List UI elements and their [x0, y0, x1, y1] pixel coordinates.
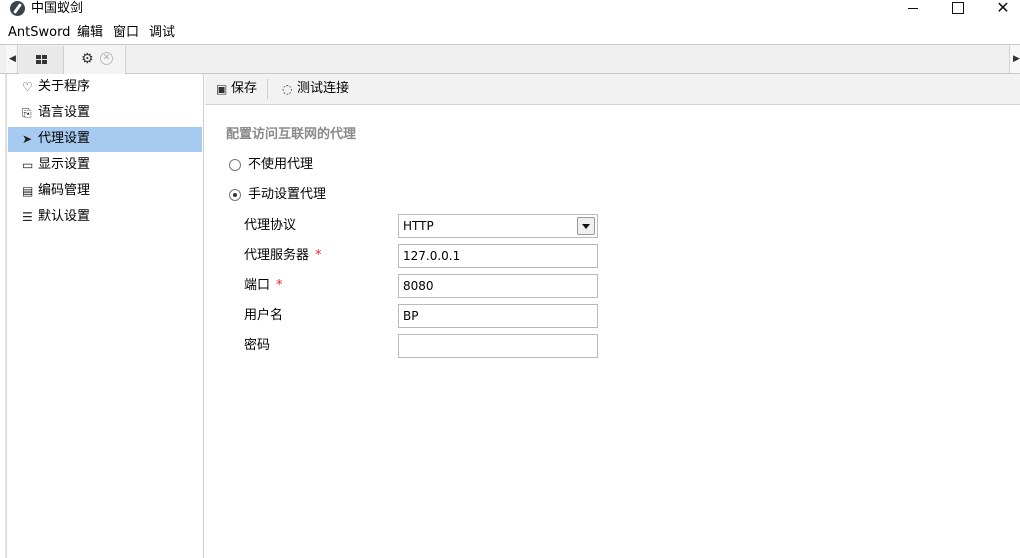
radio-button[interactable]: [229, 189, 241, 201]
section-title: 配置访问互联网的代理: [226, 127, 357, 142]
sidebar-item-proxy[interactable]: ➤ 代理设置: [8, 127, 202, 152]
protocol-select[interactable]: HTTP: [398, 214, 598, 238]
caret-right-icon: ▶: [1013, 54, 1020, 64]
sidebar-item-label: 默认设置: [38, 209, 91, 224]
antsword-logo-icon: [10, 1, 25, 16]
menu-bar: AntSword 编辑 窗口 调试: [0, 22, 1020, 44]
toolbar-divider: [267, 79, 268, 99]
sidebar-item-label: 编码管理: [38, 183, 91, 198]
proxy-password-input[interactable]: [398, 334, 598, 358]
sidebar-item-encoding[interactable]: ▤ 编码管理: [8, 179, 202, 204]
proxy-server-input[interactable]: [398, 244, 598, 268]
title-bar: 中国蚁剑 ✕: [0, 0, 1020, 22]
file-code-icon: ▤: [22, 184, 34, 198]
language-icon: ⎘: [22, 106, 32, 120]
menu-debug[interactable]: 调试: [149, 25, 175, 41]
grid-icon: [36, 55, 47, 64]
server-label: 代理服务器 *: [244, 248, 322, 263]
proxy-settings-panel: 配置访问互联网的代理 不使用代理 手动设置代理 代理协议 HTTP 代理服务器 *…: [205, 105, 1020, 558]
tab-close-icon[interactable]: ✕: [100, 52, 113, 65]
sidebar-item-language[interactable]: ⎘ 语言设置: [8, 101, 202, 126]
close-button[interactable]: ✕: [980, 0, 1020, 18]
save-label: 保存: [231, 81, 258, 96]
proxy-port-input[interactable]: [398, 274, 598, 298]
sidebar-item-label: 语言设置: [38, 105, 91, 120]
tab-strip: ◀ ⚙ ✕ ▶: [0, 44, 1020, 74]
menu-antsword[interactable]: AntSword: [8, 25, 70, 41]
floppy-icon: ▣: [216, 82, 228, 96]
settings-sidebar: ♡ 关于程序 ⎘ 语言设置 ➤ 代理设置 ▭ 显示设置 ▤ 编码管理 ☰ 默认设…: [6, 74, 204, 558]
menu-window[interactable]: 窗口: [113, 25, 139, 41]
maximize-button[interactable]: [934, 0, 980, 18]
heart-icon: ♡: [22, 80, 33, 94]
caret-left-icon: ◀: [9, 54, 16, 64]
test-connection-label: 测试连接: [297, 81, 350, 96]
sidebar-item-label: 关于程序: [38, 79, 91, 94]
tab-settings[interactable]: ⚙ ✕: [64, 46, 126, 74]
menu-edit[interactable]: 编辑: [77, 25, 103, 41]
required-mark: *: [315, 248, 322, 263]
protocol-value: HTTP: [403, 219, 434, 233]
sidebar-item-display[interactable]: ▭ 显示设置: [8, 153, 202, 178]
proxy-username-input[interactable]: [398, 304, 598, 328]
chevron-down-icon[interactable]: [577, 217, 595, 235]
monitor-icon: ▭: [22, 158, 34, 172]
required-mark: *: [276, 278, 283, 293]
paper-plane-icon: ➤: [22, 132, 33, 146]
sidebar-item-defaults[interactable]: ☰ 默认设置: [8, 205, 202, 230]
tab-scroll-left-button[interactable]: ◀: [6, 45, 18, 73]
tab-shell-list[interactable]: [19, 46, 64, 74]
spinner-icon: ◌: [282, 82, 293, 96]
username-label: 用户名: [244, 308, 284, 323]
radio-label: 手动设置代理: [248, 187, 327, 202]
sidebar-item-label: 显示设置: [38, 157, 91, 172]
gear-icon: ⚙: [81, 51, 94, 67]
tab-scroll-right-button[interactable]: ▶: [1009, 45, 1020, 73]
password-label: 密码: [244, 338, 271, 353]
window-title: 中国蚁剑: [31, 1, 84, 16]
proxy-toolbar: ▣ 保存 ◌ 测试连接: [205, 74, 1020, 105]
radio-label: 不使用代理: [248, 157, 314, 172]
sidebar-item-about[interactable]: ♡ 关于程序: [8, 75, 202, 100]
minimize-button[interactable]: [890, 0, 936, 18]
sliders-icon: ☰: [22, 210, 33, 224]
sidebar-item-label: 代理设置: [38, 131, 91, 146]
radio-button[interactable]: [229, 159, 241, 171]
port-label: 端口 *: [244, 278, 283, 293]
protocol-label: 代理协议: [244, 218, 297, 233]
